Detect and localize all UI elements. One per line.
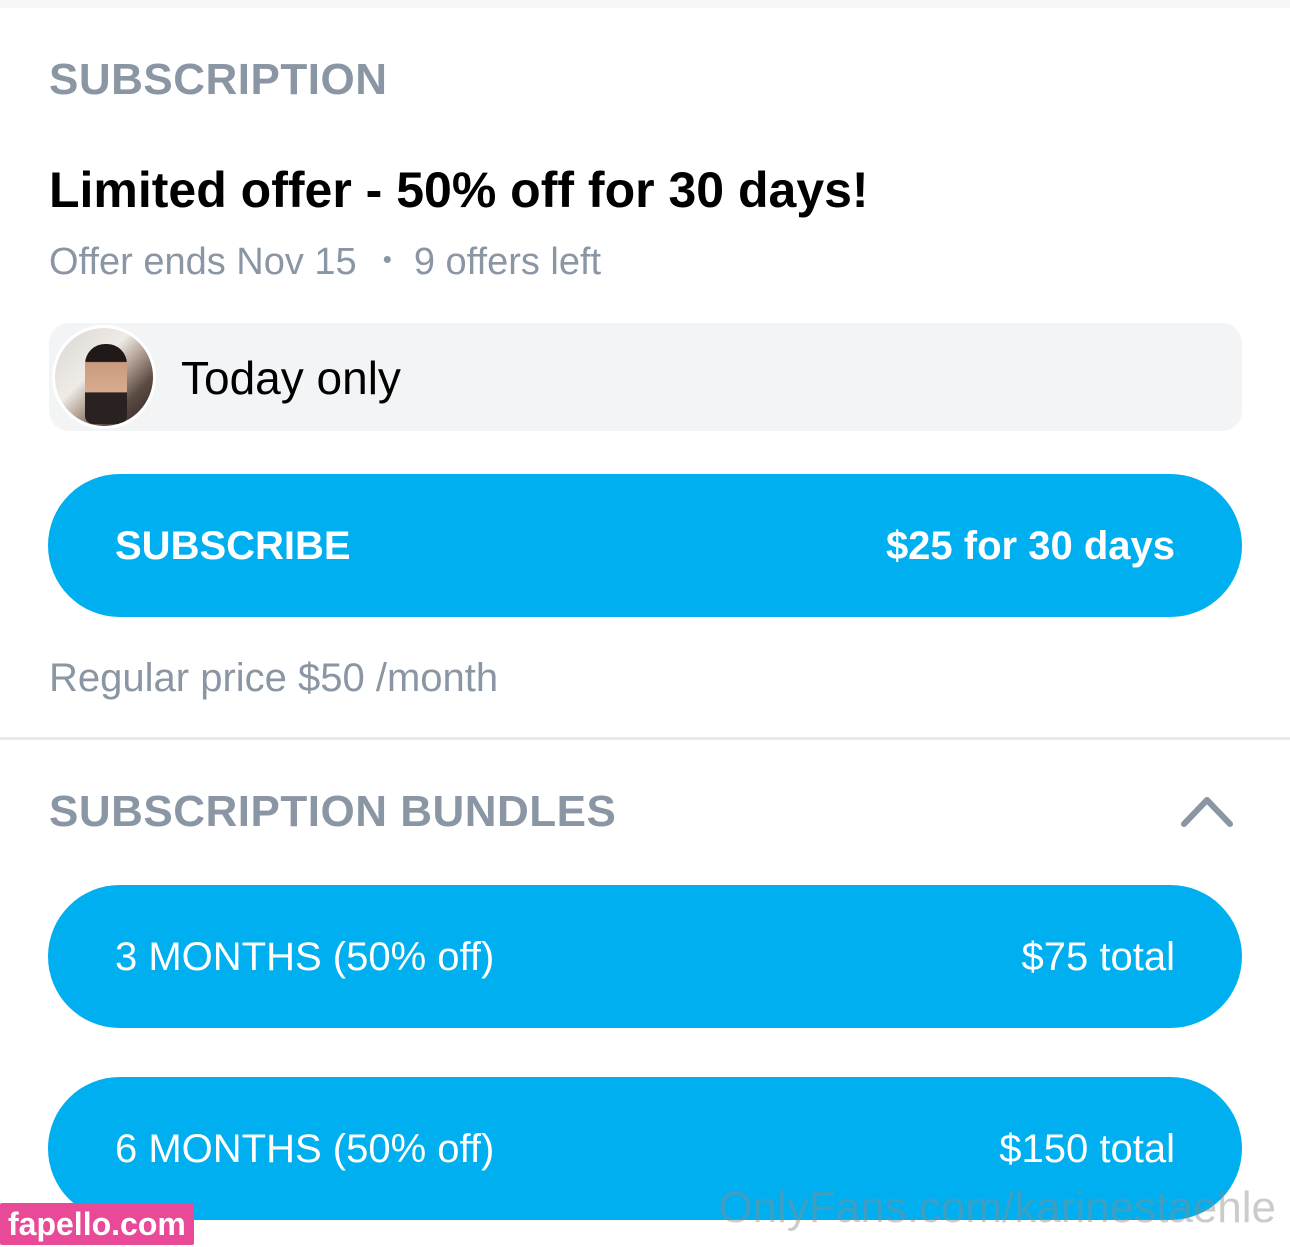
section-divider — [0, 737, 1290, 740]
bundle-price: $150 total — [999, 1126, 1175, 1171]
bundle-label: 6 MONTHS (50% off) — [115, 1126, 495, 1171]
bundles-section-title: SUBSCRIPTION BUNDLES — [49, 787, 617, 836]
regular-price-text: Regular price $50 /month — [49, 656, 499, 700]
offer-title: Limited offer - 50% off for 30 days! — [49, 162, 869, 218]
top-strip — [0, 0, 1290, 8]
watermark-onlyfans: OnlyFans.com/karinestaehle — [718, 1183, 1276, 1232]
offer-message-text: Today only — [181, 352, 401, 404]
offer-meta: Offer ends Nov 15 • 9 offers left — [49, 243, 601, 281]
subscribe-button-price: $25 for 30 days — [885, 523, 1175, 568]
bundle-3-months-button[interactable]: 3 MONTHS (50% off) $75 total — [48, 885, 1242, 1028]
bundle-label: 3 MONTHS (50% off) — [115, 934, 495, 979]
bundle-price: $75 total — [1021, 934, 1175, 979]
avatar[interactable] — [52, 325, 156, 429]
offer-ends-text: Offer ends Nov 15 — [49, 241, 357, 283]
subscribe-button[interactable]: SUBSCRIBE $25 for 30 days — [48, 474, 1242, 617]
avatar-photo — [85, 344, 127, 424]
offers-left-text: 9 offers left — [413, 241, 602, 283]
chevron-up-icon[interactable] — [1180, 790, 1234, 830]
meta-separator: • — [382, 244, 392, 274]
watermark-fapello: fapello.com — [0, 1203, 194, 1245]
subscription-section-title: SUBSCRIPTION — [49, 55, 388, 104]
subscribe-button-label: SUBSCRIBE — [115, 523, 351, 568]
